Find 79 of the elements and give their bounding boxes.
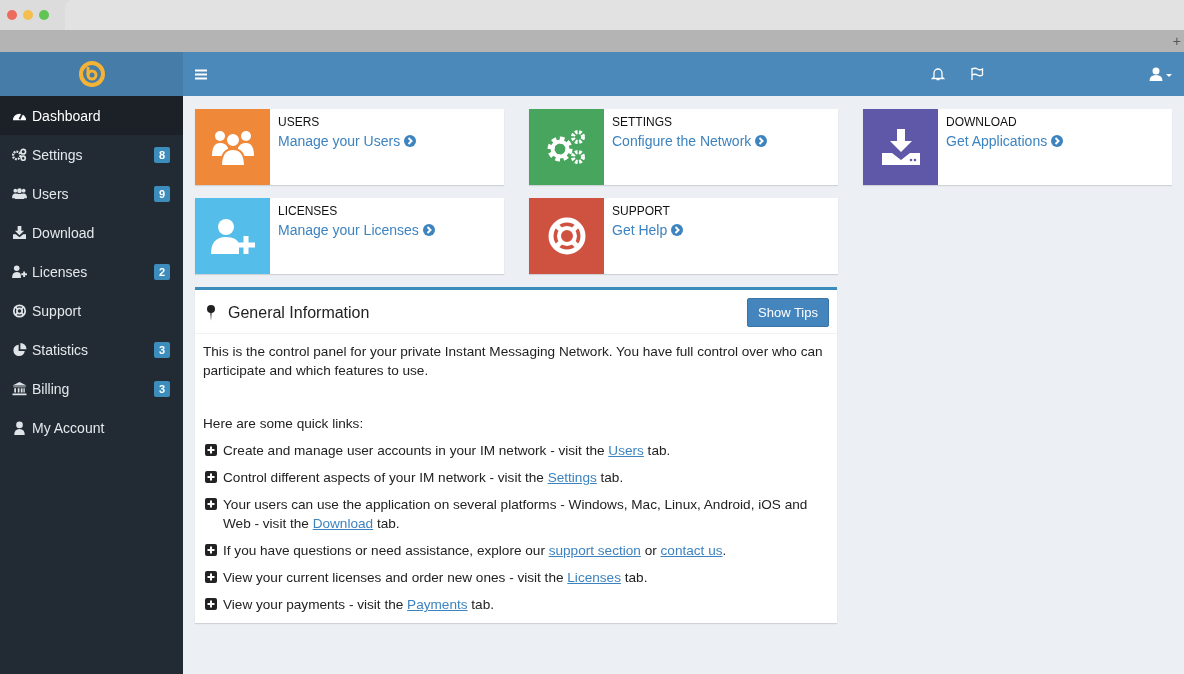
shortcut-card[interactable]: SUPPORT Get Help [529,198,838,274]
quick-link-text: View your payments - visit the Payments tab. [223,596,495,614]
card-title: LICENSES [278,204,339,218]
pie-chart-icon [12,342,27,357]
sidebar-item[interactable]: Users 9 [0,174,183,213]
close-window-button[interactable] [7,10,17,20]
plus-square-icon [205,571,217,583]
sidebar-item[interactable]: Billing 3 [0,369,183,408]
lifebuoy-icon [12,303,27,318]
card-title: USERS [278,115,321,129]
sidebar-item[interactable]: My Account [0,408,183,447]
quick-link-text: Your users can use the application on several platforms - Windows, Mac, Linux, Android, iOS and Web - visit the Download tab. [223,496,809,533]
panel-title: General Information [228,303,371,322]
text-link[interactable]: support section [548,543,641,558]
quick-link-text: Create and manage user accounts in your IM network - visit the Users tab. [223,442,672,460]
arrow-circle-icon [755,135,768,147]
count-badge: 9 [153,185,170,202]
flag-icon[interactable] [970,67,984,81]
plus-square-icon [205,598,217,610]
card-link[interactable]: Configure the Network [612,133,768,149]
logo-icon[interactable] [78,61,105,87]
sidebar-item[interactable]: Licenses 2 [0,252,183,291]
shortcut-card[interactable]: DOWNLOAD Get Applications [863,109,1172,185]
card-title: DOWNLOAD [946,115,1018,129]
card-link[interactable]: Get Help [612,222,684,238]
sidebar-item[interactable]: Settings 8 [0,135,183,174]
sidebar-item[interactable]: Download [0,213,183,252]
arrow-circle-icon [1051,135,1064,147]
text-link[interactable]: Licenses [567,570,621,585]
download-icon [12,226,27,239]
count-badge: 3 [153,380,170,397]
new-tab-button[interactable]: + [1172,34,1181,48]
intro-paragraph: This is the control panel for your private Instant Messaging Network. You have full control over who can participate and which features to use. [203,343,824,380]
arrow-circle-icon [671,224,684,236]
sidebar-item[interactable]: Support [0,291,183,330]
text-link[interactable]: Users [608,443,644,458]
download-icon [881,129,920,165]
sidebar-item[interactable]: Dashboard [0,96,183,135]
quick-links-heading: Here are some quick links: [203,415,365,433]
bank-icon [12,381,27,396]
show-tips-button[interactable]: Show Tips [747,298,829,327]
plus-square-icon [205,471,217,483]
card-link[interactable]: Get Applications [946,133,1064,149]
card-title: SETTINGS [612,115,673,129]
shortcut-card[interactable]: LICENSES Manage your Licenses [195,198,504,274]
quick-link-text: If you have questions or need assistance, explore our support section or contact us. [223,542,728,560]
user-menu-icon[interactable] [1149,67,1174,81]
shortcut-card[interactable]: USERS Manage your Users [195,109,504,185]
text-link[interactable]: Payments [407,597,468,612]
shortcut-card[interactable]: SETTINGS Configure the Network [529,109,838,185]
user-plus-icon [12,265,27,278]
users-icon [211,128,254,166]
card-link[interactable]: Manage your Licenses [278,222,435,238]
lifebuoy-icon [547,217,586,255]
quick-link-text: Control different aspects of your IM network - visit the Settings tab. [223,469,625,487]
card-title: SUPPORT [612,204,671,218]
count-badge: 8 [153,146,170,163]
menu-icon[interactable] [195,68,207,80]
plus-square-icon [205,544,217,556]
gears-icon [12,148,27,161]
maximize-window-button[interactable] [39,10,49,20]
card-link[interactable]: Manage your Users [278,133,417,149]
text-link[interactable]: contact us [660,543,723,558]
quick-link-text: View your current licenses and order new ones - visit the Licenses tab. [223,569,649,587]
arrow-circle-icon [404,135,417,147]
bell-icon[interactable] [931,67,945,81]
plus-square-icon [205,498,217,510]
minimize-window-button[interactable] [23,10,33,20]
user-icon [12,420,27,435]
users-icon [12,187,27,200]
arrow-circle-icon [422,224,435,236]
text-link[interactable]: Settings [547,470,597,485]
gears-icon [545,128,588,166]
count-badge: 3 [153,341,170,358]
plus-square-icon [205,444,217,456]
count-badge: 2 [153,263,170,280]
sidebar-item[interactable]: Statistics 3 [0,330,183,369]
user-plus-icon [210,218,255,254]
text-link[interactable]: Download [312,516,374,531]
